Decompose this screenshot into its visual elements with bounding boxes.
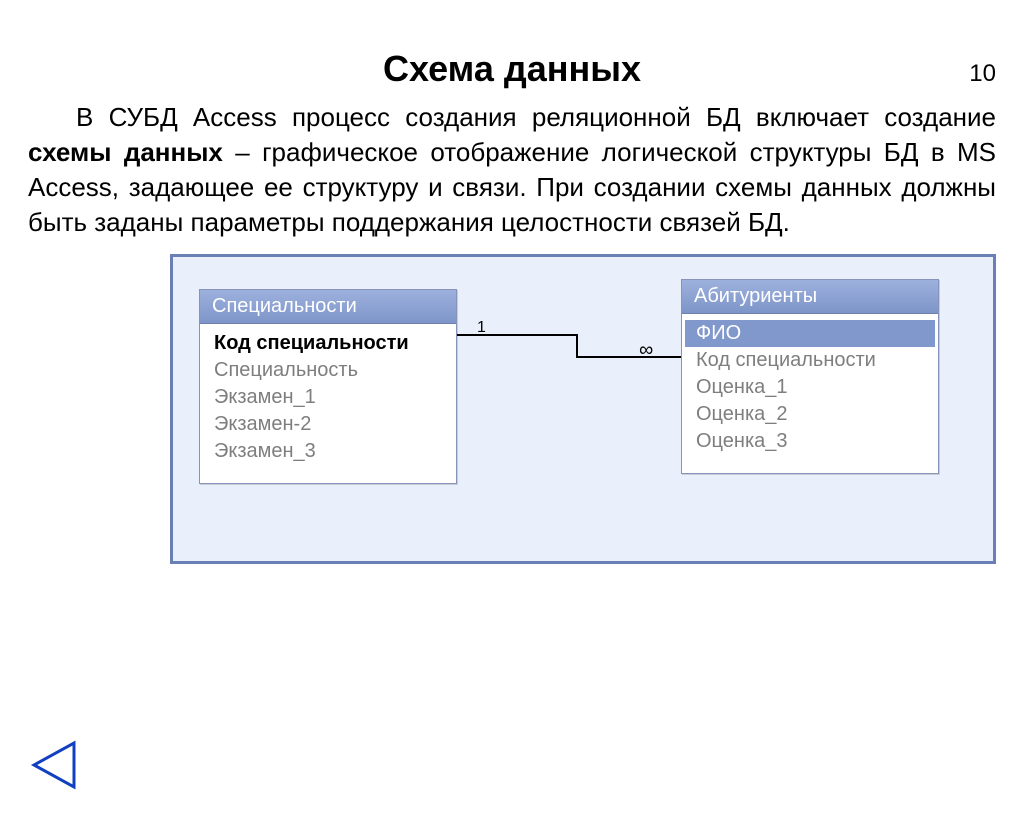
relation-many-label: ∞	[639, 339, 653, 362]
prev-slide-button[interactable]	[28, 739, 80, 791]
triangle-left-icon	[28, 739, 80, 791]
entity-field-selected[interactable]: ФИО	[685, 320, 935, 347]
entity-field[interactable]: Экзамен_1	[200, 384, 456, 411]
page-title: Схема данных	[0, 48, 1024, 90]
entity-header: Специальности	[200, 290, 456, 324]
entity-field[interactable]: Экзамен-2	[200, 411, 456, 438]
entity-field[interactable]: Специальность	[200, 357, 456, 384]
entity-field[interactable]: Оценка_2	[682, 401, 938, 428]
entity-field[interactable]: Экзамен_3	[200, 438, 456, 465]
entity-table-applicants[interactable]: Абитуриенты ФИО Код специальности Оценка…	[681, 279, 939, 474]
entity-field[interactable]: Код специальности	[682, 347, 938, 374]
page-number: 10	[969, 60, 996, 88]
schema-diagram: Специальности Код специальности Специаль…	[170, 254, 996, 564]
relation-one-label: 1	[477, 319, 486, 337]
entity-field[interactable]: Оценка_3	[682, 428, 938, 455]
entity-body: ФИО Код специальности Оценка_1 Оценка_2 …	[682, 314, 938, 473]
paragraph-bold: схемы данных	[28, 137, 223, 167]
entity-field[interactable]: Код специальности	[200, 330, 456, 357]
paragraph-pre: В СУБД Access процесс создания реляционн…	[76, 102, 996, 132]
entity-field[interactable]: Оценка_1	[682, 374, 938, 401]
entity-header: Абитуриенты	[682, 280, 938, 314]
entity-table-specialties[interactable]: Специальности Код специальности Специаль…	[199, 289, 457, 484]
entity-body: Код специальности Специальность Экзамен_…	[200, 324, 456, 483]
body-paragraph: В СУБД Access процесс создания реляционн…	[28, 100, 996, 240]
